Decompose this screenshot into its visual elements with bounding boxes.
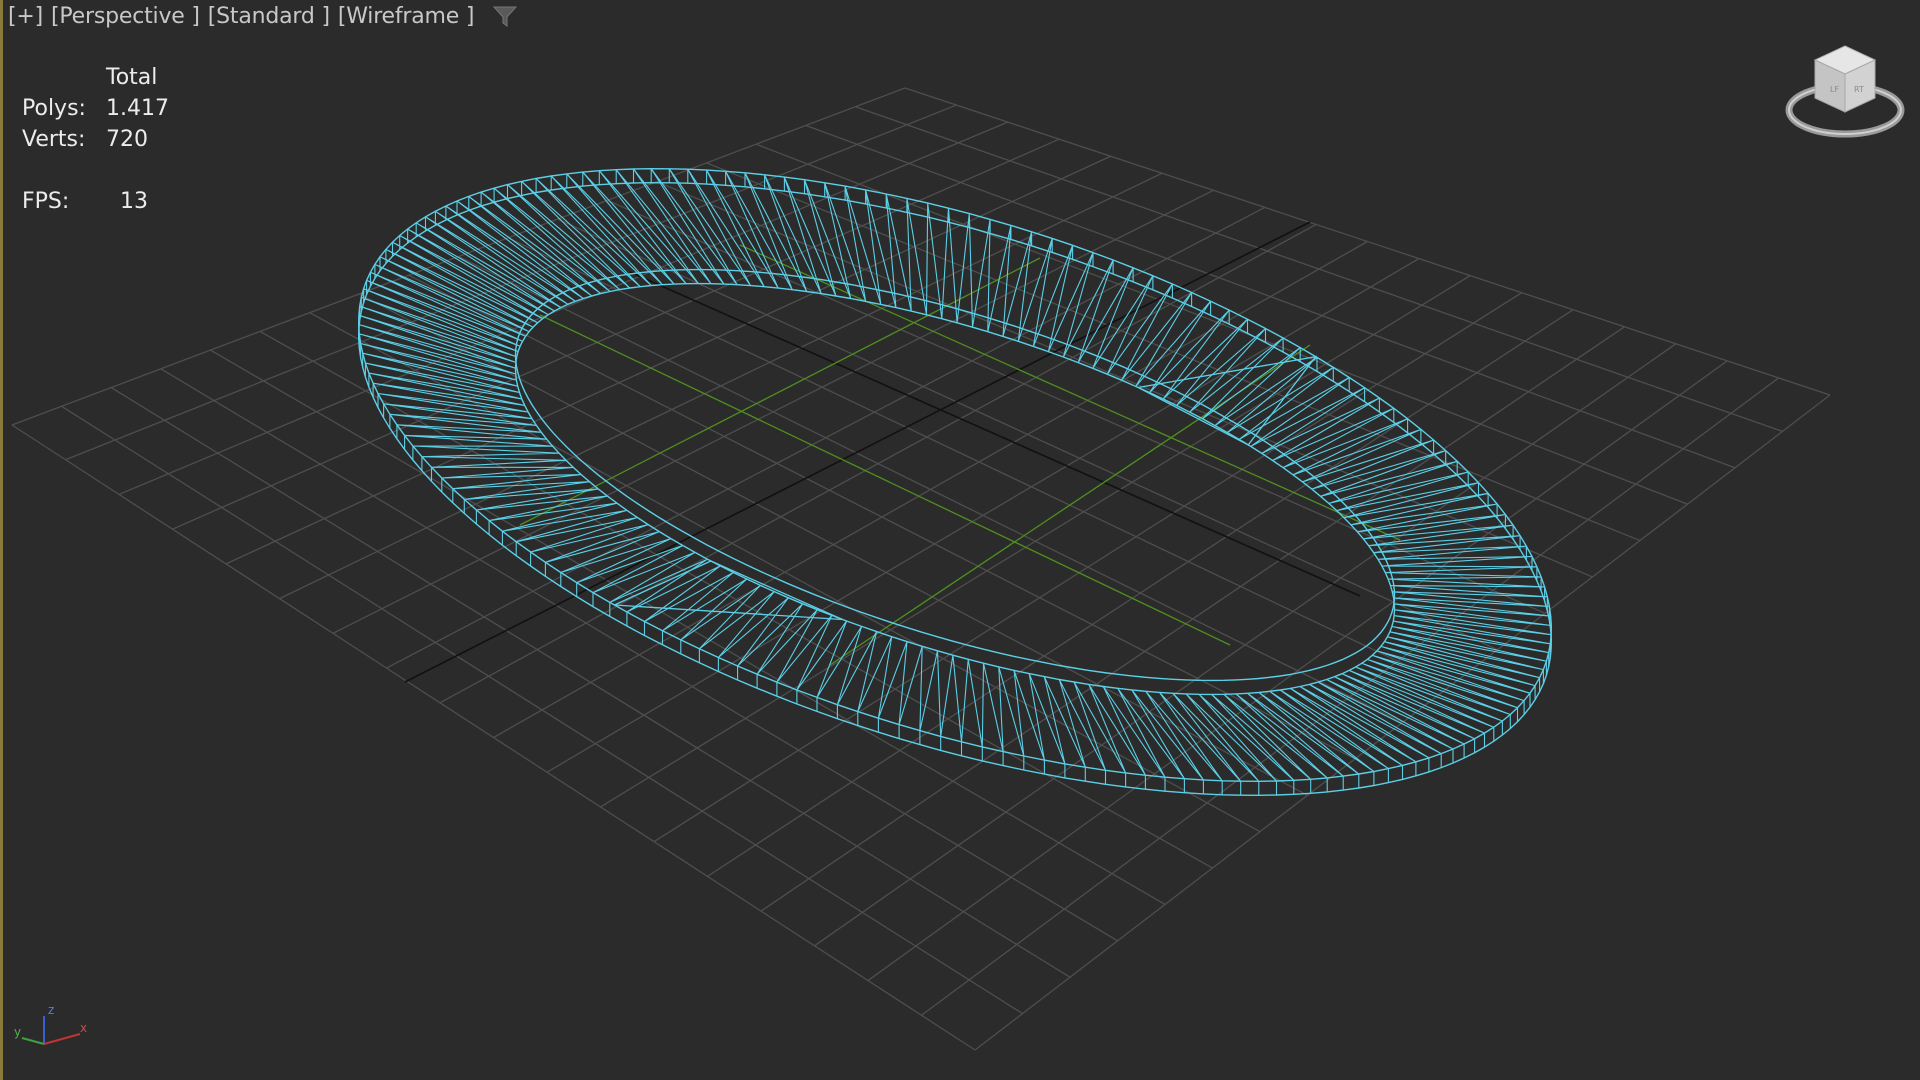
object-axes bbox=[519, 244, 1401, 666]
grid-line bbox=[110, 387, 1071, 978]
statistics-overlay: Total Polys: 1.417 Verts: 720 FPS: 13 bbox=[22, 62, 169, 217]
home-grid bbox=[11, 87, 1831, 1051]
verts-label: Verts: bbox=[22, 127, 86, 152]
viewport-display-mode-menu[interactable]: [Wireframe ] bbox=[336, 4, 476, 29]
object-axis-line bbox=[519, 257, 1041, 526]
axis-z-label: z bbox=[48, 1003, 54, 1017]
axis-tripod-icon: z x y bbox=[14, 1003, 87, 1045]
fps-value: 13 bbox=[120, 189, 148, 214]
fps-row: FPS: 13 bbox=[22, 186, 169, 217]
viewport-point-of-view-menu[interactable]: [Perspective ] bbox=[49, 4, 202, 29]
viewcube-icon[interactable]: LF RT bbox=[1780, 40, 1910, 150]
svg-text:LF: LF bbox=[1830, 85, 1839, 94]
viewport-label-menu: [+] [Perspective ] [Standard ] [Wirefram… bbox=[6, 4, 518, 29]
perspective-viewport[interactable]: [+] [Perspective ] [Standard ] [Wirefram… bbox=[0, 0, 1920, 1080]
grid-line bbox=[974, 394, 1831, 1051]
viewport-general-menu[interactable]: [+] bbox=[6, 4, 45, 29]
grid-line bbox=[61, 405, 1023, 1015]
axis-y-label: y bbox=[14, 1025, 21, 1039]
grid-line bbox=[11, 424, 976, 1051]
grid-line bbox=[210, 349, 1166, 906]
viewport-shading-standard-menu[interactable]: [Standard ] bbox=[206, 4, 332, 29]
grid-line bbox=[408, 274, 1356, 760]
fps-label: FPS: bbox=[22, 189, 70, 214]
grid-line bbox=[259, 330, 1213, 869]
verts-row: Verts: 720 bbox=[22, 124, 169, 155]
ring-wireframe-mesh[interactable] bbox=[357, 167, 1553, 797]
verts-value: 720 bbox=[106, 127, 148, 152]
filter-funnel-icon[interactable] bbox=[492, 5, 518, 29]
grid-line bbox=[867, 360, 1728, 982]
polys-value: 1.417 bbox=[106, 96, 169, 121]
scene-canvas[interactable] bbox=[0, 0, 1920, 1080]
polys-row: Polys: 1.417 bbox=[22, 93, 169, 124]
stats-header: Total bbox=[106, 65, 158, 90]
grid-line bbox=[160, 368, 1118, 942]
grid-line bbox=[653, 292, 1523, 843]
polys-label: Polys: bbox=[22, 96, 86, 121]
svg-text:RT: RT bbox=[1854, 85, 1864, 94]
ring-triangle-edges bbox=[358, 168, 1552, 796]
axis-x-label: x bbox=[80, 1021, 87, 1035]
